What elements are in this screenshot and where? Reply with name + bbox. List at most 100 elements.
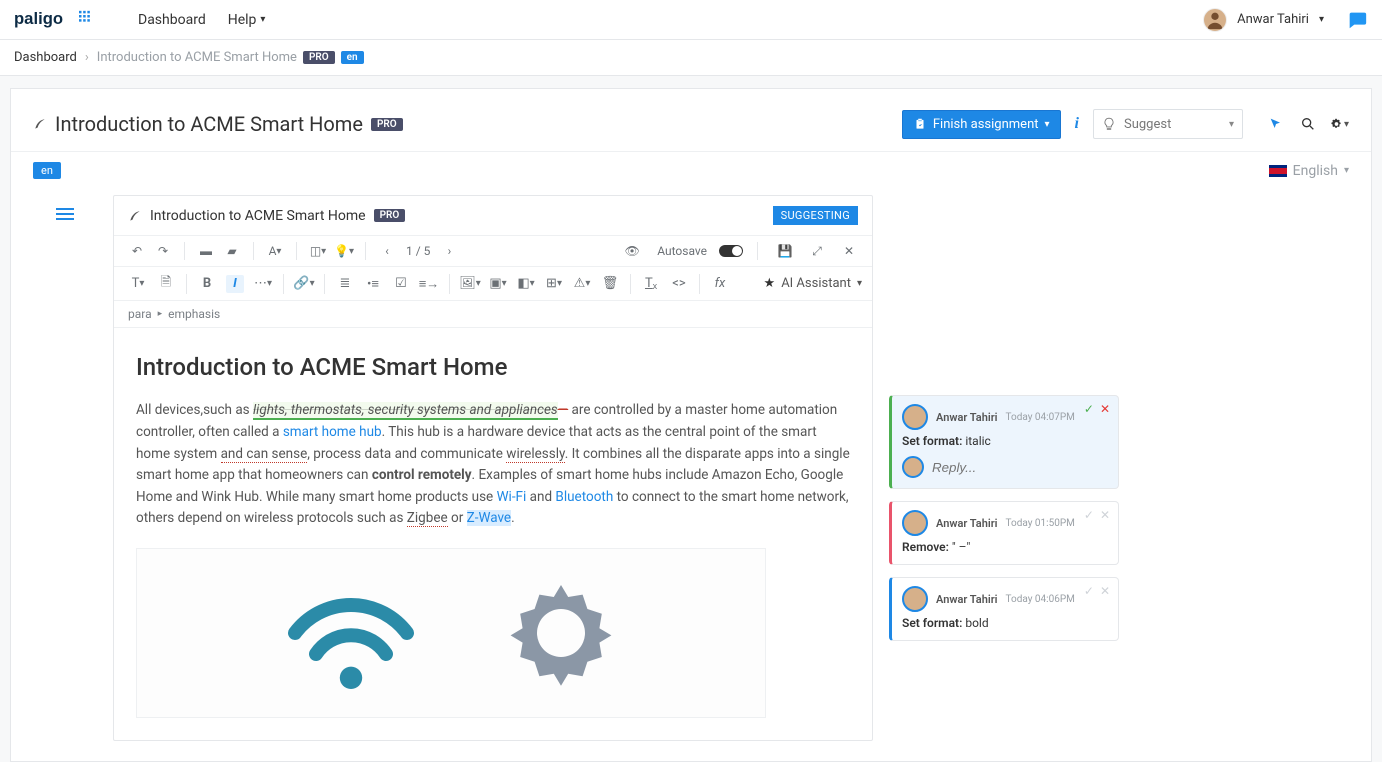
pro-badge: PRO [303, 51, 335, 64]
nav-dashboard[interactable]: Dashboard [138, 12, 206, 28]
user-avatar-icon [1203, 8, 1227, 32]
checklist-icon[interactable]: ☑ [392, 275, 410, 293]
expand-icon[interactable]: ⤢ [809, 243, 825, 259]
search-icon[interactable] [1299, 115, 1317, 133]
undo-icon[interactable]: ↶ [129, 243, 145, 259]
content-paragraph[interactable]: All devices,such as lights, thermostats,… [136, 400, 850, 530]
autosave-toggle[interactable] [719, 245, 743, 257]
user-menu[interactable]: Anwar Tahiri ▾ [1203, 8, 1324, 32]
prev-page-icon[interactable]: ‹ [379, 243, 395, 259]
link-wifi: Wi-Fi [497, 489, 527, 505]
chat-icon[interactable] [1346, 9, 1368, 31]
italic-button[interactable]: I [226, 275, 244, 293]
layout-icon[interactable]: ◫ ▾ [310, 243, 326, 259]
editor-pro-badge: PRO [374, 209, 406, 222]
accept-icon[interactable]: ✓ [1084, 508, 1094, 522]
note-icon[interactable]: 🗎 [157, 275, 175, 293]
font-icon[interactable]: A▾ [267, 243, 283, 259]
gear-icon[interactable]: ▾ [1331, 115, 1349, 133]
paragraph-style-icon[interactable]: T ▾ [129, 275, 147, 293]
document-editor: Introduction to ACME Smart Home PRO SUGG… [113, 195, 873, 741]
commenter-avatar-icon [902, 586, 928, 612]
clipboard-check-icon [913, 117, 927, 131]
unordered-list-icon[interactable]: •≡ [364, 275, 382, 293]
editor-title: Introduction to ACME Smart Home [150, 208, 366, 224]
mode-tag: SUGGESTING [773, 206, 858, 225]
pro-badge-header: PRO [371, 118, 403, 131]
toolbar-formatting: T ▾ 🗎 B I ⋯ ▾ 🔗▾ ≣ •≡ ☑ ≡→ 🖼▾ ▣▾ ◧▾ ⊞▾ ⚠… [114, 267, 872, 301]
suggestion-card[interactable]: ✓✕ Anwar Tahiri Today 04:07PM Set format… [889, 395, 1119, 489]
admonition-icon[interactable]: ⚠▾ [573, 275, 591, 293]
content-image-placeholder [136, 548, 766, 718]
redo-icon[interactable]: ↷ [155, 243, 171, 259]
insert-table-icon[interactable]: ⊞▾ [545, 275, 563, 293]
page-header: Introduction to ACME Smart Home PRO Fini… [11, 89, 1371, 152]
bold-button[interactable]: B [198, 275, 216, 293]
autosave-label: Autosave [657, 244, 707, 258]
more-format-icon[interactable]: ⋯ ▾ [254, 275, 272, 293]
comment-icon[interactable]: ▬ [198, 243, 214, 259]
insert-block-icon[interactable]: ◧▾ [517, 275, 535, 293]
reply-input[interactable] [932, 460, 1108, 475]
suggestion-card[interactable]: ✓✕ Anwar Tahiri Today 01:50PM Remove: " … [889, 501, 1119, 565]
breadcrumb-doc[interactable]: Introduction to ACME Smart Home [97, 50, 297, 65]
info-icon[interactable]: i [1071, 115, 1083, 133]
commenter-avatar-icon [902, 404, 928, 430]
lang-badge: en [341, 51, 364, 64]
link-smart-home-hub: smart home hub [283, 424, 382, 440]
link-icon[interactable]: 🔗▾ [295, 275, 313, 293]
link-bluetooth: Bluetooth [555, 489, 613, 505]
top-navbar: paligo Dashboard Help ▾ Anwar Tahiri ▾ [0, 0, 1382, 40]
language-selector[interactable]: English ▾ [1269, 163, 1349, 179]
delete-icon[interactable]: 🗑 [601, 275, 619, 293]
suggest-dropdown[interactable]: Suggest ▾ [1093, 109, 1243, 139]
nav-help[interactable]: Help ▾ [228, 12, 266, 28]
feather-icon [128, 209, 142, 223]
accept-icon[interactable]: ✓ [1084, 402, 1094, 416]
steps-icon[interactable]: ≡→ [420, 275, 438, 293]
accept-icon[interactable]: ✓ [1084, 584, 1094, 598]
discussion-icon[interactable]: ▰ [224, 243, 240, 259]
gear-illustration-icon [501, 573, 621, 693]
commenter-avatar-icon [902, 510, 928, 536]
removed-segment: — [558, 402, 569, 418]
suggestion-card[interactable]: ✓✕ Anwar Tahiri Today 04:06PM Set format… [889, 577, 1119, 641]
reject-icon[interactable]: ✕ [1100, 402, 1110, 416]
path-emphasis[interactable]: emphasis [168, 307, 220, 321]
reject-icon[interactable]: ✕ [1100, 508, 1110, 522]
feather-icon [33, 117, 47, 131]
function-icon[interactable]: fx [711, 275, 729, 293]
ordered-list-icon[interactable]: ≣ [336, 275, 354, 293]
outline-toggle-icon[interactable] [56, 205, 74, 741]
breadcrumb: Dashboard › Introduction to ACME Smart H… [0, 40, 1382, 76]
preview-icon[interactable]: 👁 [624, 243, 640, 259]
insert-image-icon[interactable]: 🖼▾ [461, 275, 479, 293]
content-heading: Introduction to ACME Smart Home [136, 348, 850, 386]
finish-assignment-button[interactable]: Finish assignment ▾ [902, 110, 1061, 139]
save-icon[interactable]: 💾 [777, 243, 793, 259]
close-icon[interactable]: ✕ [841, 243, 857, 259]
user-name: Anwar Tahiri [1237, 12, 1309, 27]
chevron-down-icon: ▾ [1319, 14, 1324, 25]
code-icon[interactable]: <> [670, 275, 688, 293]
commenter-avatar-icon [902, 456, 924, 478]
suggestions-panel: ✓✕ Anwar Tahiri Today 04:07PM Set format… [889, 195, 1119, 741]
reject-icon[interactable]: ✕ [1100, 584, 1110, 598]
insert-media-icon[interactable]: ▣▾ [489, 275, 507, 293]
next-page-icon[interactable]: › [441, 243, 457, 259]
path-para[interactable]: para [128, 307, 152, 321]
brand-logo[interactable]: paligo [14, 7, 114, 33]
breadcrumb-root[interactable]: Dashboard [14, 50, 77, 65]
wifi-illustration-icon [281, 573, 421, 693]
hint-icon[interactable]: 💡▾ [336, 243, 352, 259]
lang-pill[interactable]: en [33, 162, 61, 179]
page-title: Introduction to ACME Smart Home [55, 112, 363, 136]
document-body[interactable]: Introduction to ACME Smart Home All devi… [114, 328, 872, 740]
flag-uk-icon [1269, 165, 1287, 177]
cursor-select-icon[interactable] [1267, 115, 1285, 133]
ai-assistant-button[interactable]: ★ AI Assistant ▾ [764, 276, 862, 291]
clear-format-icon[interactable]: Tₓ [642, 275, 660, 293]
brand-text: paligo [14, 9, 63, 28]
lightbulb-icon [1102, 117, 1116, 131]
reply-input-row[interactable] [902, 456, 1108, 478]
